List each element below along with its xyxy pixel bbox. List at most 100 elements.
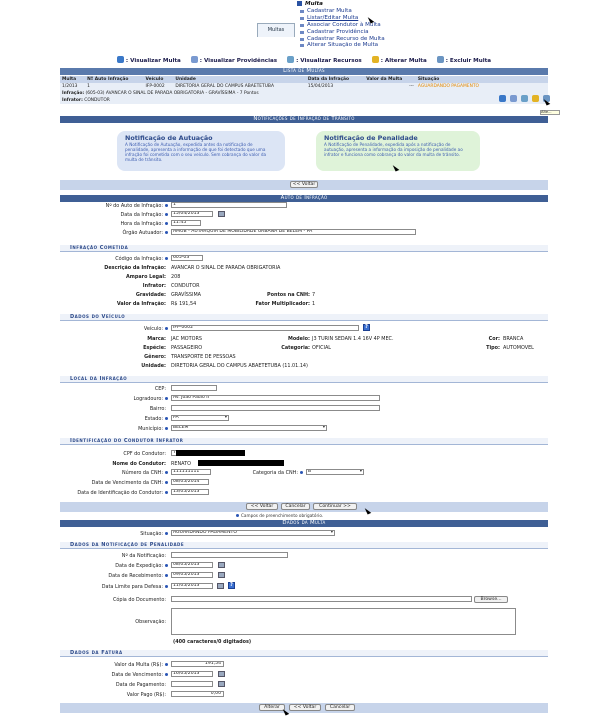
section-dados-veiculo: Dados do Veículo [60,314,548,321]
cep-input[interactable] [171,385,217,391]
calendar-icon[interactable] [218,211,225,217]
num-notificacao-label: Nº da Notificação: [121,553,166,559]
required-note: Campos de preenchimento obrigatório. [236,513,323,518]
voltar-button-bottom[interactable]: << Voltar [289,704,321,711]
bairro-label: Bairro: [149,406,166,412]
row-alterar-multa-icon[interactable] [532,95,539,102]
codigo-input[interactable]: 605-03 [171,255,203,261]
limite-defesa-input[interactable]: 11/05/2013 [171,583,213,589]
infrator-form-label: Infrator: [142,283,166,289]
unidade-value: DIRETORIA GERAL DO CAMPUS ABAETETUBA (11… [171,363,308,369]
required-icon [236,514,239,517]
orgao-autuador-input[interactable]: AMUB - AUTARQUIA DE MOBILIDADE URBANA DE… [171,229,416,235]
num-notificacao-input[interactable] [171,552,288,558]
nome-condutor-label: Nome do Condutor: [112,461,166,467]
calendar-icon[interactable] [218,562,225,568]
hora-infracao-input[interactable]: 11:45 [171,220,201,226]
valor-pago-label: Valor Pago (R$): [126,692,166,698]
section-dados-fatura: Dados da Fatura [60,650,548,657]
copia-documento-input[interactable] [171,596,472,602]
recebimento-input[interactable]: 09/05/2013 [171,572,213,578]
menu-item-cadastrar-multa[interactable]: Cadastrar Multa [297,8,385,15]
page: Multas Multa Cadastrar Multa Listar/Edit… [0,0,610,724]
voltar-button[interactable]: << Voltar [246,503,278,510]
col-actions [500,76,548,83]
genero-value: TRANSPORTE DE PESSOAS [171,354,236,360]
row-visualizar-multa-icon[interactable] [499,95,506,102]
municipio-label: Município: [138,426,163,432]
limite-defesa-label: Data Limite para Defesa: [101,584,163,590]
logradouro-input[interactable]: Av. João Paulo II [171,395,380,401]
continuar-button[interactable]: Continuar >> [313,503,357,510]
row-visualizar-recursos-icon[interactable] [521,95,528,102]
required-icon [165,491,168,494]
legend-label-visualizar: : Visualizar Multa [125,58,181,64]
infrator-value: CONDUTOR [84,98,110,103]
cell-data: 15/04/2013 [305,83,365,90]
cep-label: CEP: [154,386,166,392]
cnh-input[interactable]: 111111111 [171,469,211,475]
hora-infracao-label: Hora da Infração: [120,221,164,227]
redacted-nome [198,460,284,466]
municipio-select[interactable]: BELÉM [171,425,327,431]
valor-multa-input[interactable]: 191,54 [171,661,224,667]
vencimento-input[interactable]: 16/05/2013 [171,671,213,677]
cor-value: BRANCA [503,336,524,342]
data-infracao-input[interactable]: 15/04/2013 [171,211,213,217]
help-icon[interactable]: ? [363,324,370,331]
notif-autuacao-card[interactable]: Notificação de Autuação A Notificação de… [117,131,285,171]
valor-pago-input[interactable]: 0,00 [171,691,224,697]
cancelar-button-bottom[interactable]: Cancelar [325,704,355,711]
calendar-icon[interactable] [217,583,224,589]
vencimento-cnh-input[interactable]: 08/05/2014 [171,479,209,485]
alterar-button[interactable]: Alterar [259,704,285,711]
menu-item-cadastrar-recurso[interactable]: Cadastrar Recurso de Multa [297,36,385,43]
calendar-icon[interactable] [218,572,225,578]
cancelar-button[interactable]: Cancelar [281,503,310,510]
required-icon [165,574,168,577]
unidade-label: Unidade: [141,363,166,369]
pontos-label: Pontos na CNH: [267,292,310,298]
menu-item-alterar-situacao[interactable]: Alterar Situação de Multa [297,42,385,49]
expedicao-input[interactable]: 08/05/2013 [171,562,213,568]
required-icon [165,213,168,216]
veiculo-input[interactable]: IFP-0002 [171,325,359,331]
notif-penalidade-desc: A Notificação de Penalidade, expedida ap… [324,142,463,157]
required-icon [165,564,168,567]
observacao-textarea[interactable] [171,608,516,635]
pagamento-input[interactable] [171,681,213,687]
required-icon [165,481,168,484]
situacao-label: Situação: [140,531,163,537]
num-auto-input[interactable]: 1 [171,202,287,208]
calendar-icon[interactable] [218,671,225,677]
table-row-infracao: Infração: (605-03) AVANCAR O SINAL DE PA… [60,90,548,97]
tab-multas[interactable]: Multas [257,23,295,37]
voltar-button-top[interactable]: << Voltar [290,181,318,188]
row-visualizar-providencias-icon[interactable] [510,95,517,102]
browse-button[interactable]: Browse... [474,596,508,603]
notif-autuacao-desc: A Notificação de Autuação, expedida ante… [125,142,267,162]
num-auto-label: Nº do Auto de Infração: [105,203,163,209]
identificacao-input[interactable]: 13/05/2013 [171,489,209,495]
section-local-infracao: Local da Infração [60,376,548,383]
especie-value: PASSAGEIRO [171,345,203,351]
categoria-cnh-select[interactable]: B [306,469,364,475]
required-icon [165,231,168,234]
menu-item-cadastrar-providencia[interactable]: Cadastrar Providência [297,29,385,36]
notif-penalidade-card[interactable]: Notificação de Penalidade A Notificação … [316,131,480,171]
help-icon[interactable]: ? [228,582,235,589]
estado-select[interactable]: PA [171,415,229,421]
especie-label: Espécie: [143,345,166,351]
situacao-select[interactable]: AGUARDANDO PAGAMENTO [171,530,335,536]
bairro-input[interactable] [171,405,380,411]
infrator-form-value: CONDUTOR [171,283,200,289]
required-icon [165,585,168,588]
expedicao-label: Data de Expedição: [115,563,163,569]
recebimento-label: Data de Recebimento: [108,573,163,579]
calendar-icon[interactable] [218,681,225,687]
cell-veiculo: IFP-0002 [143,83,174,90]
identificacao-label: Data de Identificação do Condutor: [77,490,163,496]
required-icon [165,204,168,207]
section-infracao-cometida: Infração Cometida [60,245,548,252]
notif-title-bar: Notificações de Infração de Trânsito [60,116,548,123]
